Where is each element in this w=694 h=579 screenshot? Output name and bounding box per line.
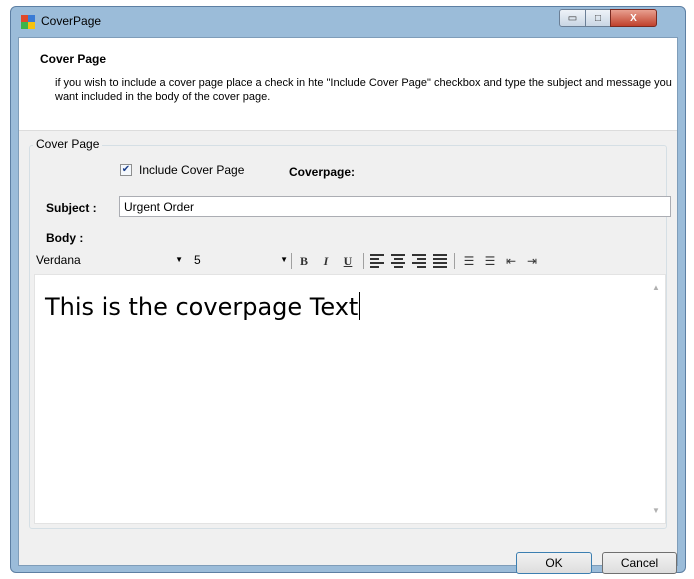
toolbar-separator (363, 253, 364, 269)
scroll-up-icon[interactable]: ▲ (652, 283, 660, 292)
align-right-button[interactable] (409, 251, 429, 271)
align-center-icon (391, 254, 405, 268)
justify-button[interactable] (430, 251, 450, 271)
align-center-button[interactable] (388, 251, 408, 271)
indent-button[interactable]: ⇥ (522, 251, 542, 271)
font-size-select[interactable]: 5 ▼ (194, 253, 288, 267)
checkmark-icon: ✔ (121, 164, 131, 175)
chevron-down-icon[interactable]: ▼ (280, 255, 288, 264)
underline-button[interactable]: U (338, 251, 358, 271)
maximize-button[interactable]: □ (585, 9, 611, 27)
body-editor[interactable]: This is the coverpage Text ▲ ▼ (34, 274, 666, 524)
include-cover-page-label[interactable]: Include Cover Page (139, 163, 244, 177)
subject-input[interactable] (119, 196, 671, 217)
bullet-list-button[interactable]: ☰ (480, 251, 500, 271)
header-title: Cover Page (40, 52, 107, 66)
include-cover-page-checkbox[interactable]: ✔ (120, 164, 132, 176)
align-left-icon (370, 254, 384, 268)
close-button[interactable]: X (610, 9, 657, 27)
subject-label: Subject : (46, 201, 97, 215)
maximize-icon: □ (594, 12, 602, 24)
scroll-down-icon[interactable]: ▼ (652, 506, 660, 515)
body-text: This is the coverpage Text (45, 293, 359, 321)
numbered-list-button[interactable]: ☰ (459, 251, 479, 271)
numbered-list-icon: ☰ (463, 254, 475, 268)
minimize-button[interactable]: ▭ (559, 9, 586, 27)
cancel-button[interactable]: Cancel (602, 552, 677, 574)
formatting-toolbar: Verdana ▼ 5 ▼ B I U ☰ ☰ ⇤ ⇥ (34, 248, 666, 274)
minimize-icon: ▭ (567, 12, 578, 24)
toolbar-separator (291, 253, 292, 269)
toolbar-separator (454, 253, 455, 269)
coverpage-window: CoverPage ▭ □ X Cover Page if you wish t… (10, 6, 686, 574)
window-title: CoverPage (41, 14, 102, 28)
chevron-down-icon[interactable]: ▼ (175, 255, 183, 264)
text-cursor (359, 292, 361, 320)
outdent-button[interactable]: ⇤ (501, 251, 521, 271)
font-family-value: Verdana (36, 253, 81, 267)
editor-content[interactable]: This is the coverpage Text (45, 292, 361, 321)
font-size-value: 5 (194, 253, 201, 267)
groupbox-legend: Cover Page (33, 137, 103, 151)
header-panel: Cover Page if you wish to include a cove… (19, 38, 677, 131)
ok-button[interactable]: OK (516, 552, 592, 574)
bullet-list-icon: ☰ (484, 254, 496, 268)
dialog-client: Cover Page if you wish to include a cove… (18, 37, 678, 574)
align-left-button[interactable] (367, 251, 387, 271)
editor-scrollbar[interactable]: ▲ ▼ (648, 275, 665, 523)
outdent-icon: ⇤ (505, 254, 517, 268)
title-bar[interactable]: CoverPage ▭ □ X (11, 7, 685, 37)
indent-icon: ⇥ (526, 254, 538, 268)
justify-icon (433, 254, 447, 268)
include-cover-page-control[interactable]: ✔ Include Cover Page (120, 163, 244, 177)
align-right-icon (412, 254, 426, 268)
close-icon: X (630, 12, 637, 24)
header-description: if you wish to include a cover page plac… (55, 77, 672, 103)
bold-button[interactable]: B (294, 251, 314, 271)
body-label: Body : (46, 231, 84, 245)
app-icon (21, 15, 35, 29)
coverpage-label: Coverpage: (289, 165, 356, 179)
italic-button[interactable]: I (316, 251, 336, 271)
font-family-select[interactable]: Verdana ▼ (36, 253, 183, 267)
